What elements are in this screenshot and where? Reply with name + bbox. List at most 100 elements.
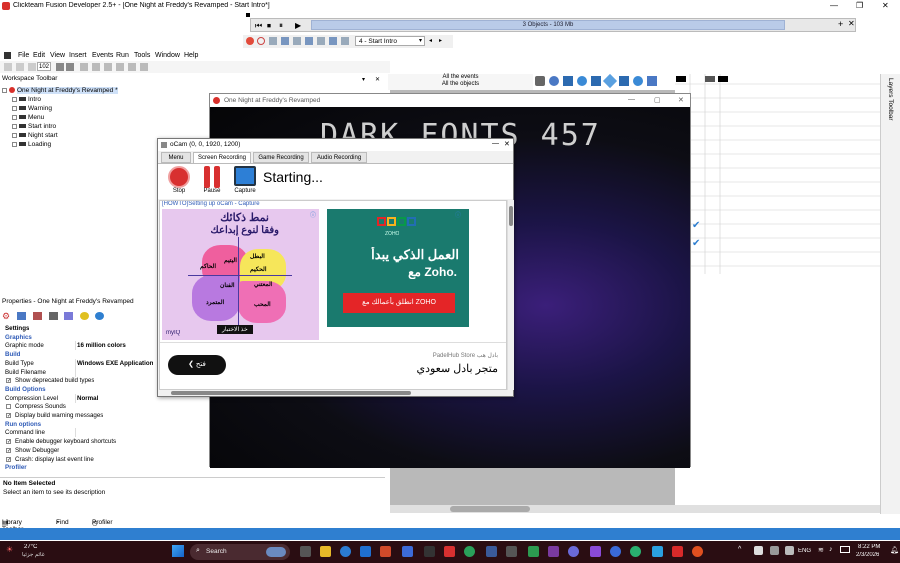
info-icon[interactable] [95,312,104,320]
tree-root[interactable]: One Night at Freddy's Revamped * [2,87,118,94]
layout-icon[interactable] [281,37,289,45]
create-icon[interactable] [591,76,601,86]
tree-frame-night-start[interactable]: Night start [12,132,58,139]
sound-icon[interactable] [549,76,559,86]
ocam-minimize-button[interactable]: — [492,140,499,147]
zoom-icon[interactable] [56,63,64,71]
tray-icon[interactable] [754,546,763,555]
zoho-cta-button[interactable]: انطلق بأعمالك مع ZOHO [343,293,455,313]
menu-insert[interactable]: Insert [69,52,87,59]
property-row[interactable]: ✓ Crash: display last event line [0,455,158,464]
game-minimize-button[interactable]: — [628,96,635,103]
record-icon[interactable] [246,37,254,45]
pin-icon[interactable]: ▾ [362,76,365,83]
image-icon[interactable] [341,37,349,45]
object-icon[interactable] [647,76,657,86]
play-icon[interactable]: ▶ [295,21,301,30]
weather-icon[interactable]: ☀ [6,545,13,554]
list-icon[interactable] [305,37,313,45]
runtime-icon[interactable] [33,312,42,320]
app-icon[interactable] [486,546,497,557]
property-checkbox[interactable]: ✓ [6,456,11,462]
event-icon[interactable] [317,37,325,45]
next-frame-icon[interactable]: ▸ [439,37,442,44]
fit-icon[interactable] [66,63,74,71]
tree-frame-start-intro[interactable]: Start intro [12,123,56,130]
about-icon[interactable] [80,312,89,320]
special-icon[interactable] [535,76,545,86]
property-checkbox[interactable]: ✓ [6,439,11,445]
collapse-icon[interactable] [2,87,7,93]
capture-button[interactable]: Capture [232,166,258,194]
rewind-icon[interactable]: ⏮ [255,21,262,31]
tree-frame-warning[interactable]: Warning [12,105,52,112]
menu-tools[interactable]: Tools [134,52,150,59]
player-close-icon[interactable]: ✕ [848,19,855,28]
wifi-icon[interactable]: ≋ [818,546,824,554]
align-left-icon[interactable] [80,63,88,71]
myiq-ad[interactable]: نمط ذكائك وفقاً لنوع إبداعك البطل الحاكم… [162,209,319,340]
tray-chevron-icon[interactable]: ^ [738,546,741,553]
property-row[interactable]: Command line [0,428,158,438]
tab-audio-recording[interactable]: Audio Recording [311,152,367,163]
zoom-input[interactable]: 102 [37,62,51,71]
hand-icon[interactable] [16,63,24,71]
property-row[interactable]: Compression Level Normal [0,393,158,403]
menu-run[interactable]: Run [116,52,129,59]
menu-window[interactable]: Window [155,52,180,59]
volume-icon[interactable]: ♪ [829,546,833,553]
game-close-button[interactable]: ✕ [678,96,684,104]
checkmark-icon[interactable]: ✔ [692,238,700,249]
property-row[interactable]: Graphic mode 16 million colors [0,341,158,351]
task-view-icon[interactable] [300,546,311,557]
property-checkbox[interactable]: ✓ [6,413,11,419]
tab-menu[interactable]: Menu [161,152,191,163]
align-right-icon[interactable] [104,63,112,71]
property-row[interactable]: ✓ Show deprecated build types [0,376,158,385]
timer-icon[interactable] [577,76,587,86]
property-row[interactable]: Build Type Windows EXE Application [0,358,158,368]
app-icon[interactable] [548,546,559,557]
app-icon[interactable] [506,546,517,557]
app-menu-icon[interactable] [4,52,11,59]
property-value[interactable]: 16 million colors [77,342,126,349]
add-icon[interactable]: + [838,19,843,29]
search-box[interactable]: ⌕ Search [190,544,290,560]
app-icon[interactable] [444,546,455,557]
app-icon[interactable] [610,546,621,557]
scroll-thumb[interactable] [509,206,513,226]
layer-down-icon[interactable] [140,63,148,71]
property-row[interactable]: ✓ Enable debugger keyboard shortcuts [0,437,158,446]
layer-up-icon[interactable] [128,63,136,71]
prev-frame-icon[interactable]: ◂ [429,37,432,44]
app-icon[interactable] [652,546,663,557]
language-indicator[interactable]: ENG [798,548,811,554]
storyboard-icon[interactable] [563,76,573,86]
menu-edit[interactable]: Edit [33,52,45,59]
keyboard-icon[interactable] [602,73,618,89]
app-icon[interactable] [464,546,475,557]
tree-frame-menu[interactable]: Menu [12,114,44,121]
zoho-ad[interactable]: ZOHO العمل الذكي يبدأ مع Zoho. انطلق بأع… [327,209,469,327]
events-icon[interactable] [64,312,73,320]
stop-button[interactable]: Stop [166,166,192,194]
windows-start-icon[interactable] [172,545,184,557]
menu-events[interactable]: Events [92,52,113,59]
tab-screen-recording[interactable]: Screen Recording [193,152,251,163]
tray-icon[interactable] [770,546,779,555]
app-icon[interactable] [528,546,539,557]
notification-bell-icon[interactable]: 🔔︎ [890,546,899,554]
property-value[interactable]: Windows EXE Application [77,360,153,367]
edge-icon[interactable] [340,546,351,557]
take-test-button[interactable]: خذ الاختبار [217,325,253,334]
ad-info-icon[interactable]: ⓘ [310,210,316,219]
chevron-down-icon[interactable]: ▾ [419,37,422,44]
grid-icon[interactable] [269,37,277,45]
expand-icon[interactable] [12,123,17,129]
frame-icon[interactable] [293,37,301,45]
app-icon[interactable] [630,546,641,557]
scroll-thumb[interactable] [450,506,530,512]
clock-time[interactable]: 8:22 PM [858,544,880,550]
maximize-button[interactable]: ❐ [856,1,863,10]
property-row[interactable]: ✓ Display build warning messages [0,411,158,420]
